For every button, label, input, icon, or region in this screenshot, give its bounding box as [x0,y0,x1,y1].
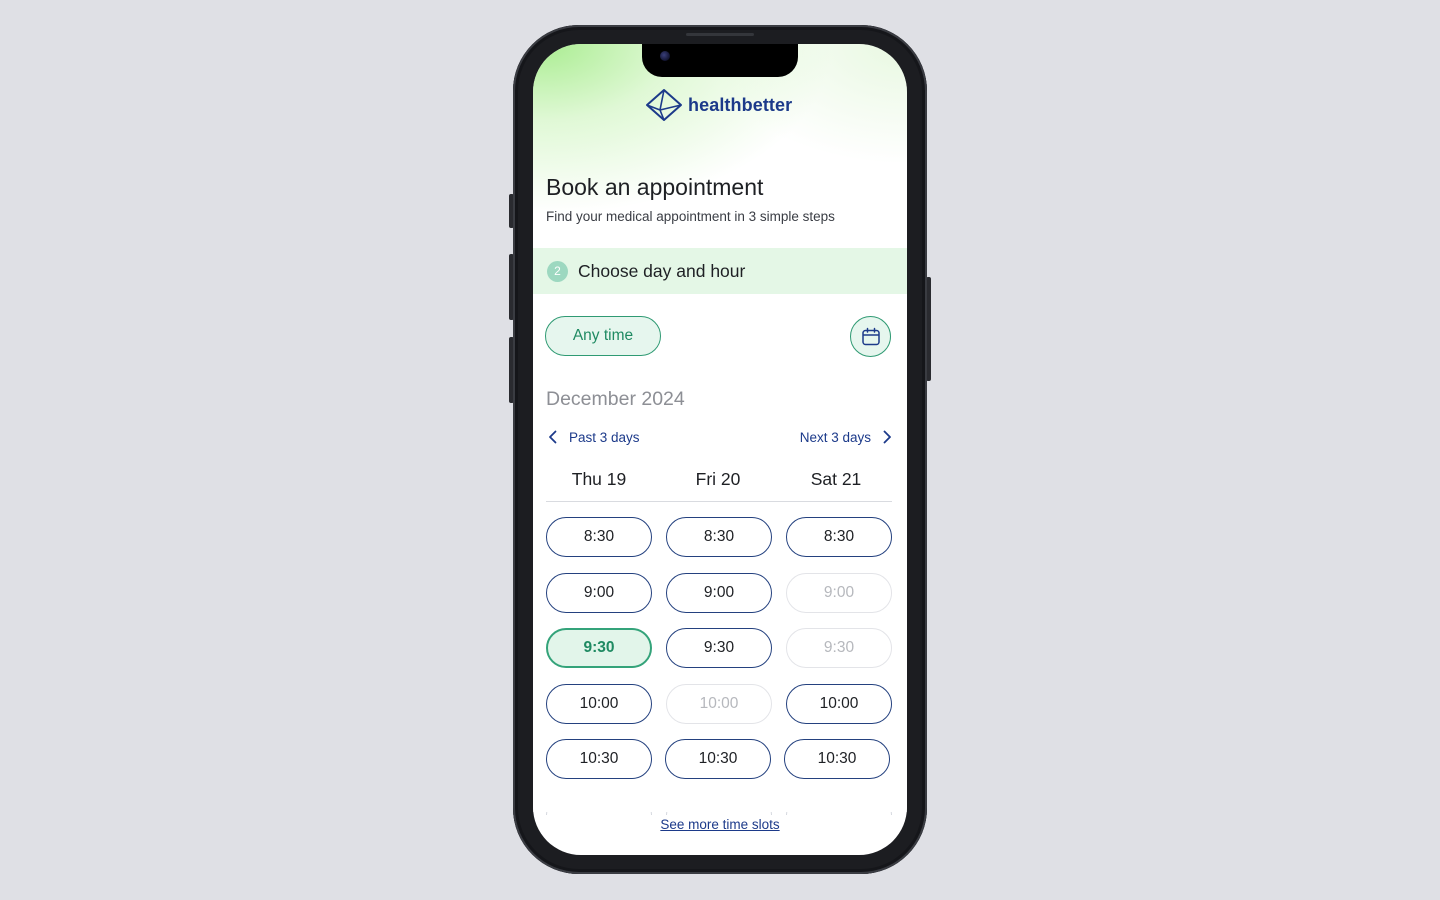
time-slot[interactable]: 9:30 [666,628,772,668]
camera-icon [660,51,670,61]
any-time-filter-button[interactable]: Any time [545,316,661,356]
time-slot[interactable]: 8:30 [546,517,652,557]
calendar-icon [861,327,880,345]
month-label: December 2024 [546,388,685,410]
pyramid-logo-icon [646,89,682,121]
page-title: Book an appointment [546,174,764,200]
time-slot[interactable]: 10:30 [784,739,890,779]
time-slot[interactable]: 10:00 [546,684,652,724]
chevron-left-icon [549,430,557,444]
time-slot[interactable]: 8:30 [666,517,772,557]
day-label-thu-19: Thu 19 [571,469,627,489]
time-slot[interactable]: 10:30 [546,739,652,779]
list-fade [533,792,907,812]
past-days-label: Past 3 days [569,429,640,445]
step-title: Choose day and hour [578,260,746,281]
next-days-link[interactable]: Next 3 days [800,427,893,447]
notch [642,44,798,77]
time-slot-unavailable: 9:00 [786,573,892,613]
chevron-right-icon [883,430,891,444]
time-slot[interactable]: 9:00 [546,573,652,613]
stage: healthbetter Book an appointment Find yo… [0,0,1440,900]
phone-screen: healthbetter Book an appointment Find yo… [533,44,907,855]
time-slot-selected[interactable]: 9:30 [546,628,652,668]
brand-logo[interactable]: healthbetter [645,88,792,122]
day-label-fri-20: Fri 20 [695,469,741,489]
see-more-time-slots-link[interactable]: See more time slots [533,817,907,832]
time-slot[interactable]: 10:00 [786,684,892,724]
time-slot[interactable]: 8:30 [786,517,892,557]
calendar-button[interactable] [850,316,891,357]
next-days-label: Next 3 days [799,429,871,445]
brand-name: healthbetter [688,94,793,115]
time-slot[interactable]: 10:30 [665,739,771,779]
day-label-sat-21: Sat 21 [810,469,862,489]
time-slot-unavailable: 9:30 [786,628,892,668]
step-number-badge: 2 [547,260,568,282]
past-days-link[interactable]: Past 3 days [547,427,640,447]
step-header: 2 Choose day and hour [533,248,907,294]
time-slot-unavailable: 10:00 [666,684,772,724]
day-headers: Thu 19 Fri 20 Sat 21 [546,466,892,502]
speaker-slit [686,33,754,36]
time-slot[interactable]: 9:00 [666,573,772,613]
page-subtitle: Find your medical appointment in 3 simpl… [546,209,835,224]
